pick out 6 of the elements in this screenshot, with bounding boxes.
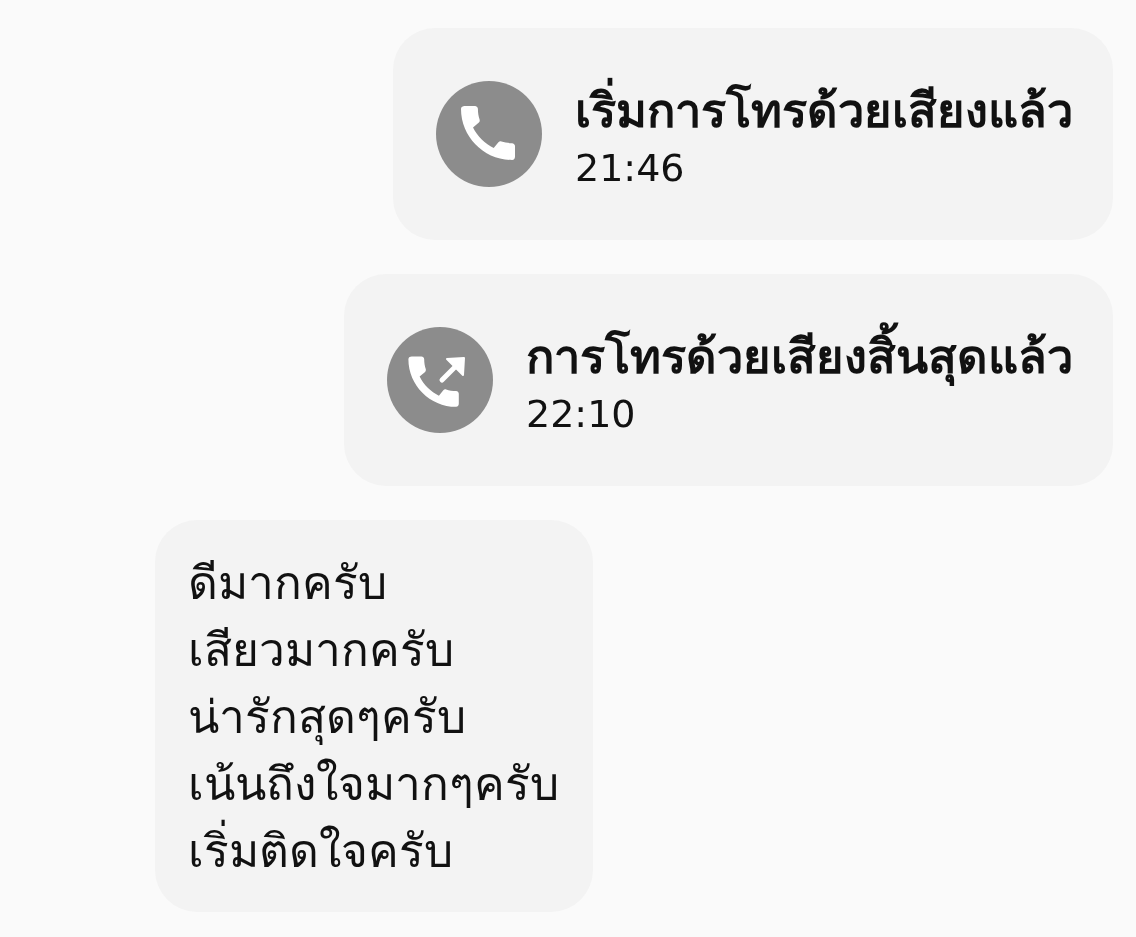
call-status-text: การโทรด้วยเสียงสิ้นสุดแล้ว — [526, 321, 1073, 393]
call-time: 22:10 — [526, 392, 637, 439]
message-text: ดีมากครับ เสียวมากครับ น่ารักสุดๆครับ เน้นถึงใจมากๆครับ เริ่มติดใจครับ — [188, 555, 559, 880]
call-time: 21:46 — [575, 146, 686, 193]
phone-icon — [436, 81, 542, 187]
call-status-text: เริ่มการโทรด้วยเสียงแล้ว — [575, 75, 1073, 147]
